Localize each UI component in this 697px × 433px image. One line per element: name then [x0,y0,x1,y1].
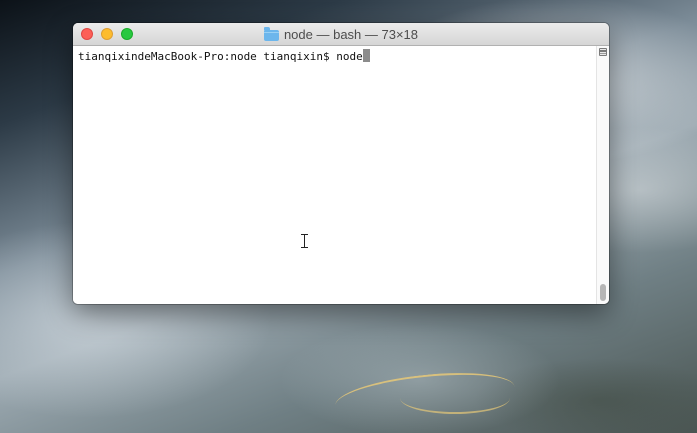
vertical-scrollbar[interactable] [596,46,609,304]
window-title-area: node — bash — 73×18 [73,23,609,45]
title-bar[interactable]: node — bash — 73×18 [73,23,609,46]
text-cursor [362,49,370,62]
shell-prompt: tianqixindeMacBook-Pro:node tianqixin$ [78,50,337,63]
ibeam-cursor-icon [301,234,308,248]
scrollbar-thumb[interactable] [600,284,606,301]
terminal-window[interactable]: node — bash — 73×18 tianqixindeMacBook-P… [73,23,609,304]
wallpaper-river-bend [400,382,510,414]
terminal-line: tianqixindeMacBook-Pro:node tianqixin$ n… [78,49,370,64]
window-title: node — bash — 73×18 [283,26,419,42]
typed-command: node [336,50,363,63]
split-pane-icon[interactable] [599,48,607,56]
terminal-content[interactable]: tianqixindeMacBook-Pro:node tianqixin$ n… [73,46,597,304]
folder-icon [263,26,279,41]
